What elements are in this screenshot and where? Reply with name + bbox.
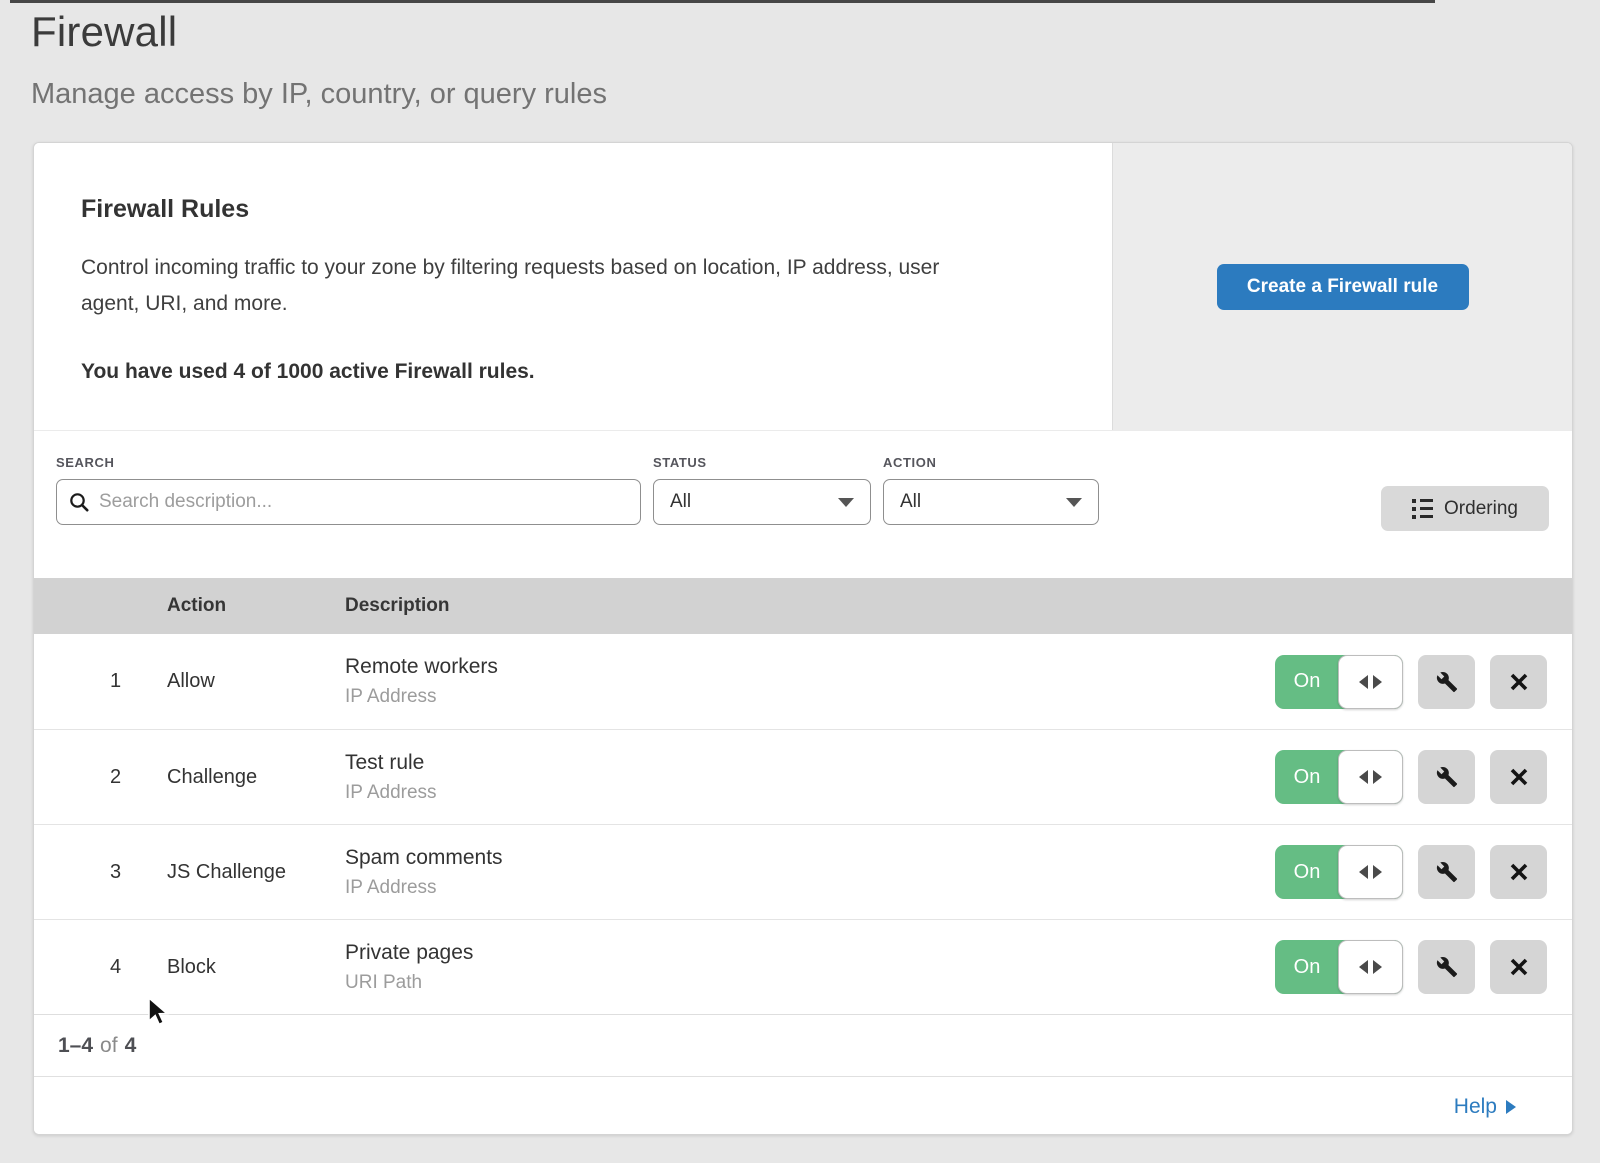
pagination: 1–4 of 4 (34, 1014, 1572, 1076)
wrench-icon (1436, 861, 1458, 883)
help-arrow-icon (1506, 1100, 1516, 1114)
ordering-button-label: Ordering (1444, 498, 1518, 520)
wrench-icon (1436, 766, 1458, 788)
rule-match-type: IP Address (345, 686, 1275, 708)
rule-description-cell: Test rule IP Address (345, 751, 1275, 804)
rule-description-cell: Private pages URI Path (345, 941, 1275, 994)
status-select-value: All (670, 491, 691, 513)
rule-action: Allow (167, 670, 345, 693)
search-box[interactable] (56, 479, 641, 525)
action-select[interactable]: All (883, 479, 1099, 525)
ordering-button[interactable]: Ordering (1381, 486, 1549, 531)
status-label: STATUS (653, 455, 871, 470)
rule-action: Challenge (167, 766, 345, 789)
toggle-on-label: On (1275, 845, 1339, 899)
column-description: Description (345, 595, 1572, 617)
toggle-on-label: On (1275, 750, 1339, 804)
delete-rule-button[interactable] (1490, 655, 1547, 709)
firewall-rules-intro: Firewall Rules Control incoming traffic … (34, 143, 1572, 431)
column-action: Action (167, 595, 345, 617)
help-label: Help (1454, 1095, 1497, 1119)
rule-description-cell: Spam comments IP Address (345, 846, 1275, 899)
rule-action: Block (167, 956, 345, 979)
help-row: Help (34, 1076, 1572, 1135)
status-select[interactable]: All (653, 479, 871, 525)
rule-description: Spam comments (345, 846, 1275, 870)
close-icon (1509, 672, 1529, 692)
dropdown-caret-icon (838, 498, 854, 507)
edit-rule-button[interactable] (1418, 655, 1475, 709)
page-header: Firewall Manage access by IP, country, o… (31, 8, 607, 111)
edit-rule-button[interactable] (1418, 845, 1475, 899)
close-icon (1509, 957, 1529, 977)
toggle-arrows-icon (1338, 940, 1403, 994)
rule-description: Private pages (345, 941, 1275, 965)
edit-rule-button[interactable] (1418, 940, 1475, 994)
delete-rule-button[interactable] (1490, 940, 1547, 994)
action-filter: ACTION All (883, 455, 1099, 525)
rule-row: 3 JS Challenge Spam comments IP Address … (34, 824, 1572, 919)
toggle-arrows-icon (1338, 845, 1403, 899)
wrench-icon (1436, 671, 1458, 693)
pagination-total: 4 (125, 1034, 137, 1058)
rule-priority: 2 (34, 766, 167, 789)
create-rule-panel: Create a Firewall rule (1112, 143, 1572, 430)
rule-priority: 4 (34, 956, 167, 979)
rule-row: 2 Challenge Test rule IP Address On (34, 729, 1572, 824)
rule-controls: On (1275, 750, 1572, 804)
toggle-on-label: On (1275, 655, 1339, 709)
page-title: Firewall (31, 8, 607, 56)
rule-controls: On (1275, 940, 1572, 994)
toggle-on-label: On (1275, 940, 1339, 994)
rule-controls: On (1275, 655, 1572, 709)
rule-enabled-toggle[interactable]: On (1275, 845, 1403, 899)
close-icon (1509, 767, 1529, 787)
create-firewall-rule-button[interactable]: Create a Firewall rule (1217, 264, 1469, 310)
toggle-arrows-icon (1338, 655, 1403, 709)
delete-rule-button[interactable] (1490, 750, 1547, 804)
window-top-edge (10, 0, 1435, 3)
intro-text-panel: Firewall Rules Control incoming traffic … (34, 143, 1112, 430)
search-input[interactable] (99, 491, 628, 513)
rule-enabled-toggle[interactable]: On (1275, 655, 1403, 709)
rule-match-type: URI Path (345, 972, 1275, 994)
rule-row: 4 Block Private pages URI Path On (34, 919, 1572, 1014)
delete-rule-button[interactable] (1490, 845, 1547, 899)
page-subtitle: Manage access by IP, country, or query r… (31, 78, 607, 111)
rule-priority: 1 (34, 670, 167, 693)
action-label: ACTION (883, 455, 1099, 470)
rules-usage-text: You have used 4 of 1000 active Firewall … (81, 360, 1072, 384)
action-select-value: All (900, 491, 921, 513)
rules-description: Control incoming traffic to your zone by… (81, 250, 981, 322)
rules-table-header: Action Description (34, 578, 1572, 634)
rule-match-type: IP Address (345, 877, 1275, 899)
rule-match-type: IP Address (345, 782, 1275, 804)
ordering-list-icon (1412, 499, 1433, 519)
rule-row: 1 Allow Remote workers IP Address On (34, 634, 1572, 729)
rule-description-cell: Remote workers IP Address (345, 655, 1275, 708)
help-link[interactable]: Help (1454, 1095, 1516, 1119)
status-filter: STATUS All (653, 455, 871, 525)
rule-controls: On (1275, 845, 1572, 899)
pagination-range: 1–4 (58, 1034, 93, 1058)
search-icon (69, 492, 90, 513)
rule-enabled-toggle[interactable]: On (1275, 750, 1403, 804)
wrench-icon (1436, 956, 1458, 978)
dropdown-caret-icon (1066, 498, 1082, 507)
search-label: SEARCH (56, 455, 641, 470)
rule-action: JS Challenge (167, 861, 345, 884)
toggle-arrows-icon (1338, 750, 1403, 804)
edit-rule-button[interactable] (1418, 750, 1475, 804)
firewall-rules-card: Firewall Rules Control incoming traffic … (33, 142, 1573, 1135)
rule-description: Test rule (345, 751, 1275, 775)
rule-enabled-toggle[interactable]: On (1275, 940, 1403, 994)
filters-bar: SEARCH STATUS All ACTION All (34, 431, 1572, 578)
rules-heading: Firewall Rules (81, 195, 1072, 224)
close-icon (1509, 862, 1529, 882)
rule-description: Remote workers (345, 655, 1275, 679)
search-filter: SEARCH (56, 455, 641, 525)
rule-priority: 3 (34, 861, 167, 884)
pagination-of: of (100, 1034, 118, 1058)
